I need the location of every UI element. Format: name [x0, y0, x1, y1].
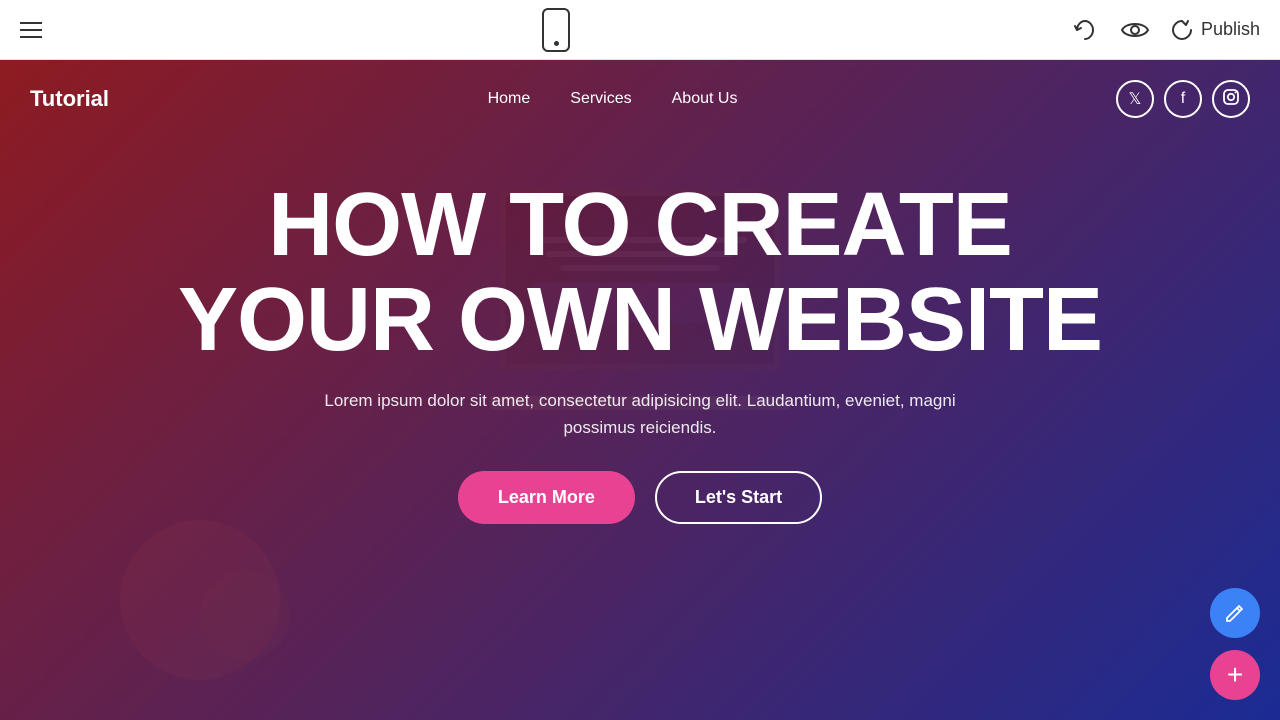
hero-subtitle: Lorem ipsum dolor sit amet, consectetur … — [290, 387, 990, 441]
hamburger-menu[interactable] — [20, 22, 42, 38]
hamburger-icon — [20, 22, 42, 38]
hero-title-line1: HOW TO CREATE — [268, 175, 1012, 275]
publish-label: Publish — [1201, 19, 1260, 40]
twitter-icon[interactable]: 𝕏 — [1116, 80, 1154, 118]
mobile-preview-icon — [542, 8, 570, 52]
add-fab-button[interactable]: + — [1210, 650, 1260, 700]
undo-icon[interactable] — [1071, 16, 1099, 44]
facebook-icon[interactable]: f — [1164, 80, 1202, 118]
hero-title: HOW TO CREATE YOUR OWN WEBSITE — [100, 178, 1180, 367]
nav-about-us[interactable]: About Us — [672, 90, 738, 108]
social-icons: 𝕏 f — [1116, 80, 1250, 118]
edit-fab-button[interactable] — [1210, 588, 1260, 638]
nav-links: Home Services About Us — [488, 90, 738, 108]
hero-section: Tutorial Home Services About Us 𝕏 f — [0, 60, 1280, 720]
site-nav: Tutorial Home Services About Us 𝕏 f — [0, 60, 1280, 138]
fab-container: + — [1210, 588, 1260, 700]
site-logo: Tutorial — [30, 86, 109, 112]
hero-content: HOW TO CREATE YOUR OWN WEBSITE Lorem ips… — [0, 138, 1280, 524]
twitter-label: 𝕏 — [1129, 89, 1142, 109]
preview-eye-icon[interactable] — [1121, 16, 1149, 44]
device-toggle[interactable] — [542, 8, 570, 52]
instagram-icon[interactable] — [1212, 80, 1250, 118]
facebook-label: f — [1181, 90, 1185, 108]
nav-home[interactable]: Home — [488, 90, 531, 108]
toolbar-actions: Publish — [1071, 16, 1260, 44]
lets-start-button[interactable]: Let's Start — [655, 471, 822, 524]
publish-button[interactable]: Publish — [1171, 19, 1260, 41]
nav-services[interactable]: Services — [570, 90, 631, 108]
toolbar: Publish — [0, 0, 1280, 60]
learn-more-button[interactable]: Learn More — [458, 471, 635, 524]
hero-buttons: Learn More Let's Start — [100, 471, 1180, 524]
hero-title-line2: YOUR OWN WEBSITE — [178, 270, 1102, 370]
website-preview: Tutorial Home Services About Us 𝕏 f — [0, 60, 1280, 720]
plus-icon: + — [1227, 659, 1243, 691]
instagram-label — [1222, 88, 1240, 111]
phone-dot — [554, 41, 559, 46]
